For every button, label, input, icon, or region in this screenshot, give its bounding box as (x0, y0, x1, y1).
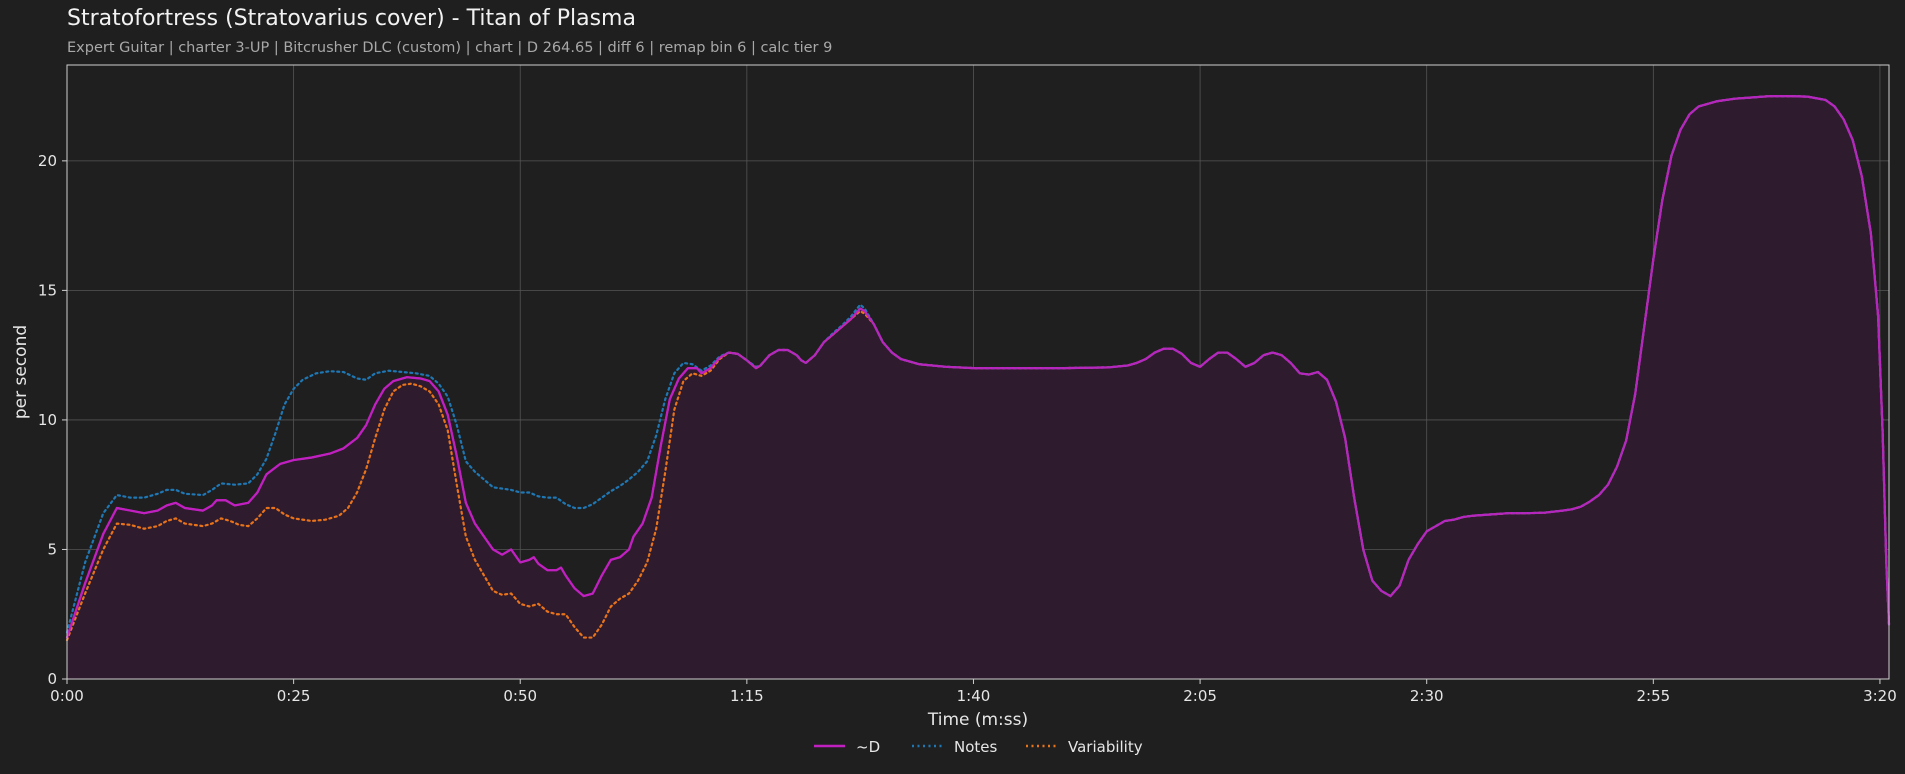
legend-label: Variability (1068, 738, 1143, 756)
chart-canvas: 0:00 0:25 0:50 1:15 1:40 2:05 2:30 2:55 3:20 0 5 10… (11, 64, 1897, 756)
y-tick-label: 20 (38, 152, 57, 170)
x-tick-label: 0:25 (277, 687, 311, 705)
series-layer (65, 94, 1891, 680)
d-area-fill (67, 96, 1889, 680)
y-tick-label: 0 (47, 670, 57, 688)
x-tick-label: 2:05 (1183, 687, 1217, 705)
y-tick-label: 5 (47, 540, 57, 558)
x-tick-label: 2:30 (1410, 687, 1444, 705)
x-tick-label: 2:55 (1636, 687, 1670, 705)
y-axis-label: per second (11, 325, 31, 419)
x-tick-label: 1:15 (730, 687, 764, 705)
legend: ~D Notes Variability (814, 738, 1143, 756)
legend-label: ~D (856, 738, 880, 756)
x-axis-label: Time (m:ss) (927, 710, 1028, 730)
x-tick-label: 0:50 (503, 687, 537, 705)
chart-figure: Stratofortress (Stratovarius cover) - Ti… (0, 0, 1905, 774)
x-tick-label: 3:20 (1863, 687, 1897, 705)
legend-label: Notes (954, 738, 998, 756)
x-tick-label: 1:40 (957, 687, 991, 705)
y-tick-label: 15 (38, 281, 57, 299)
y-tick-label: 10 (38, 411, 57, 429)
x-tick-label: 0:00 (50, 687, 84, 705)
